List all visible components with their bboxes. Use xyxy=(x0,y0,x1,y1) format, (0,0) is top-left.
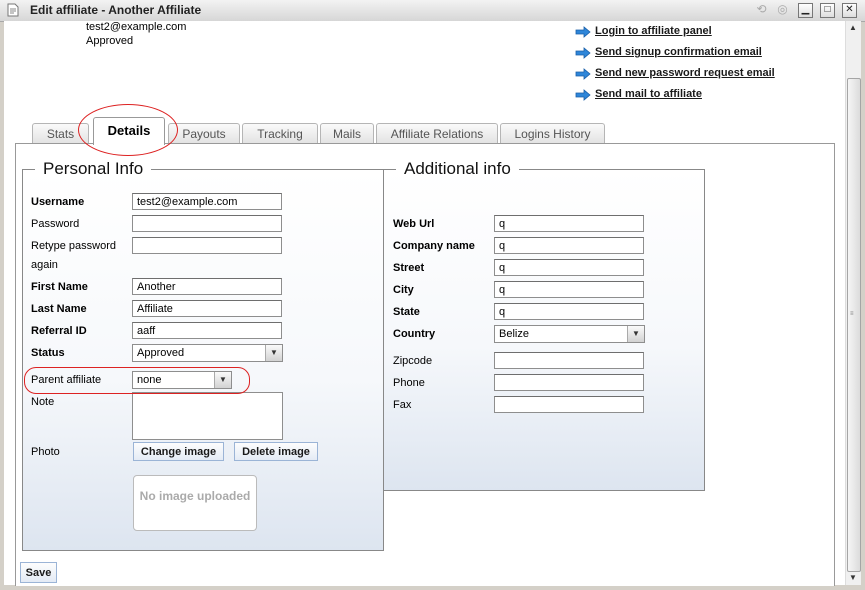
street-label: Street xyxy=(393,262,425,274)
login-affiliate-panel-link[interactable]: Login to affiliate panel xyxy=(595,25,712,37)
scroll-up-icon[interactable]: ▲ xyxy=(849,23,857,32)
save-button[interactable]: Save xyxy=(20,562,57,583)
scrollbar-thumb[interactable] xyxy=(847,78,861,572)
company-name-input[interactable] xyxy=(494,237,644,254)
parent-affiliate-highlight-annotation xyxy=(24,367,250,394)
status-select-value: Approved xyxy=(137,347,185,359)
city-input[interactable] xyxy=(494,281,644,298)
first-name-label: First Name xyxy=(31,281,88,293)
app-icon xyxy=(7,3,19,17)
affiliate-email: test2@example.com xyxy=(86,21,187,33)
send-password-email-link[interactable]: Send new password request email xyxy=(595,67,775,79)
minimize-button[interactable]: ▁ xyxy=(798,3,813,18)
retype-password-label-2: again xyxy=(31,259,58,271)
username-input[interactable] xyxy=(132,193,282,210)
phone-label: Phone xyxy=(393,377,425,389)
arrow-right-icon xyxy=(575,89,591,101)
arrow-right-icon xyxy=(575,26,591,38)
country-select[interactable]: Belize ▼ xyxy=(494,325,645,343)
street-input[interactable] xyxy=(494,259,644,276)
state-input[interactable] xyxy=(494,303,644,320)
referral-id-label: Referral ID xyxy=(31,325,87,337)
zipcode-input[interactable] xyxy=(494,352,644,369)
retype-password-label: Retype password xyxy=(31,240,116,252)
zipcode-label: Zipcode xyxy=(393,355,433,367)
scroll-grip-icon: ≡ xyxy=(850,311,854,317)
state-label: State xyxy=(393,306,420,318)
web-url-input[interactable] xyxy=(494,215,644,232)
tab-mails[interactable]: Mails xyxy=(320,123,374,144)
city-label: City xyxy=(393,284,414,296)
tab-payouts[interactable]: Payouts xyxy=(168,123,240,144)
note-textarea[interactable] xyxy=(132,392,283,440)
retype-password-input[interactable] xyxy=(132,237,282,254)
send-signup-email-link[interactable]: Send signup confirmation email xyxy=(595,46,762,58)
close-button[interactable]: ✕ xyxy=(842,3,857,18)
fax-label: Fax xyxy=(393,399,412,411)
first-name-input[interactable] xyxy=(132,278,282,295)
country-label: Country xyxy=(393,328,436,340)
maximize-button[interactable]: □ xyxy=(820,3,835,18)
country-select-value: Belize xyxy=(499,328,529,340)
target-icon[interactable]: ◎ xyxy=(776,3,789,16)
scroll-down-icon[interactable]: ▼ xyxy=(849,573,857,582)
phone-input[interactable] xyxy=(494,374,644,391)
arrow-right-icon xyxy=(575,68,591,80)
photo-placeholder: No image uploaded xyxy=(133,475,257,531)
affiliate-status: Approved xyxy=(86,35,134,47)
arrow-right-icon xyxy=(575,47,591,59)
note-label: Note xyxy=(31,396,55,408)
password-label: Password xyxy=(31,218,80,230)
window-title: Edit affiliate - Another Affiliate xyxy=(30,3,202,17)
tab-highlight-annotation xyxy=(78,104,178,156)
password-input[interactable] xyxy=(132,215,282,232)
status-select[interactable]: Approved ▼ xyxy=(132,344,283,362)
tab-affiliate-relations[interactable]: Affiliate Relations xyxy=(376,123,498,144)
fax-input[interactable] xyxy=(494,396,644,413)
last-name-label: Last Name xyxy=(31,303,87,315)
delete-image-button[interactable]: Delete image xyxy=(234,442,318,461)
vertical-scrollbar[interactable]: ▲ ≡ ▼ xyxy=(845,21,861,585)
tab-tracking[interactable]: Tracking xyxy=(242,123,318,144)
personal-info-legend: Personal Info xyxy=(43,159,144,178)
tab-logins-history[interactable]: Logins History xyxy=(500,123,605,144)
company-name-label: Company name xyxy=(393,240,475,252)
web-url-label: Web Url xyxy=(393,218,435,230)
change-image-button[interactable]: Change image xyxy=(133,442,224,461)
photo-label: Photo xyxy=(31,446,60,458)
last-name-input[interactable] xyxy=(132,300,282,317)
window-titlebar: Edit affiliate - Another Affiliate ⟲ ◎ ▁… xyxy=(0,0,865,22)
status-label: Status xyxy=(31,347,65,359)
chevron-down-icon[interactable]: ▼ xyxy=(265,345,282,361)
additional-info-legend: Additional info xyxy=(404,159,511,178)
chevron-down-icon[interactable]: ▼ xyxy=(627,326,644,342)
username-label: Username xyxy=(31,196,85,208)
send-mail-link[interactable]: Send mail to affiliate xyxy=(595,88,702,100)
referral-id-input[interactable] xyxy=(132,322,282,339)
refresh-icon[interactable]: ⟲ xyxy=(755,3,768,16)
